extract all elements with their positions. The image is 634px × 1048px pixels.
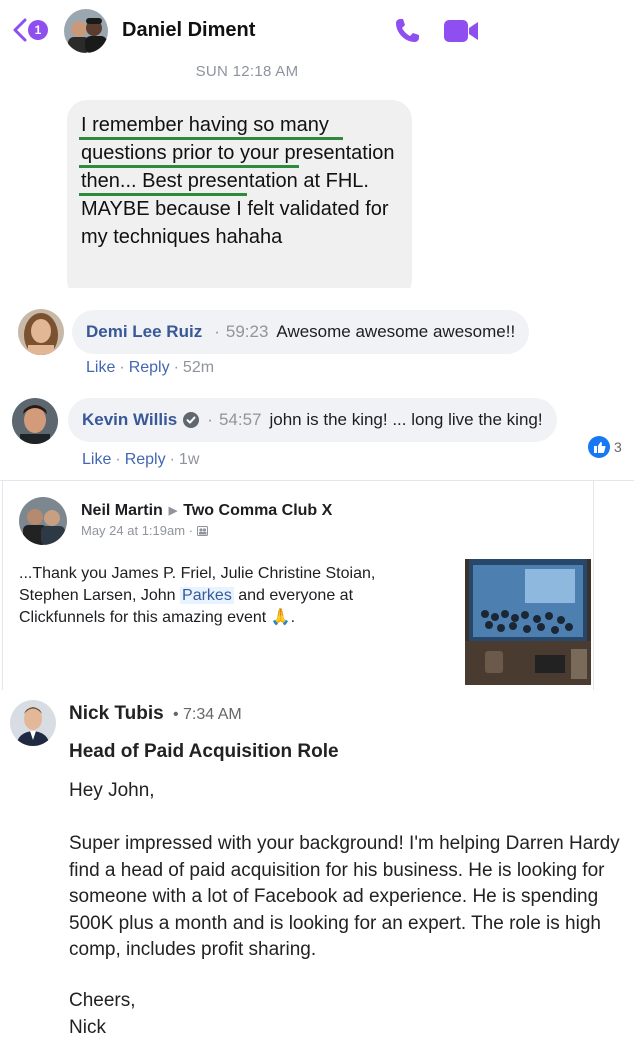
like-link[interactable]: Like [82,451,111,468]
avatar[interactable] [19,497,67,545]
post-card: Neil Martin ▶ Two Comma Club X May 24 at 1… [2,481,594,691]
post-date[interactable]: May 24 at 1:19am [81,523,185,538]
facebook-group-post: Neil Martin ▶ Two Comma Club X May 24 at 1… [0,480,634,691]
message-greeting: Hey John, [69,780,155,801]
comment-text: john is the king! ... long live the king… [269,410,543,429]
post-text: ...Thank you James P. Friel, Julie Chris… [19,563,439,629]
group-name[interactable]: Two Comma Club X [183,502,332,519]
post-meta: May 24 at 1:19am · [81,523,208,538]
members-audience-icon [196,526,208,536]
author-name[interactable]: Neil Martin [81,502,163,519]
verified-badge-icon [183,412,200,428]
separator: · [188,523,197,538]
phone-icon[interactable] [392,16,422,46]
comment-actions: Like · Reply · 52m [86,359,215,376]
avatar[interactable] [10,700,56,746]
messenger-conversation: 1 Daniel Diment SUN 12:18 AM I remember … [0,0,634,300]
post-author: Neil Martin ▶ Two Comma Club X [81,502,332,520]
comment-age: 1w [178,451,200,468]
comment-text: Awesome awesome awesome!! [276,322,516,341]
avatar[interactable] [18,309,64,355]
comment-bubble: Demi Lee Ruiz · 59:23 Awesome awesome aw… [72,310,530,354]
back-button[interactable]: 1 [10,16,54,44]
separator: · [207,410,213,429]
reaction-number: 3 [614,439,622,455]
linkedin-message: Nick Tubis • 7:34 AM Head of Paid Acquis… [0,690,634,1048]
highlight-underline [79,137,343,140]
reaction-count[interactable]: 3 [588,436,622,458]
message-body: Super impressed with your background! I'… [69,833,620,960]
highlight-underline [79,165,299,168]
message-signature: Nick [69,1017,106,1038]
reply-link[interactable]: Reply [129,359,170,376]
unread-badge: 1 [28,20,48,40]
message-time: • 7:34 AM [172,706,242,723]
message-time-value: 7:34 AM [183,706,242,723]
message-subject: Head of Paid Acquisition Role [69,741,339,762]
video-timestamp[interactable]: 54:57 [219,410,262,430]
triangle-right-icon: ▶ [168,505,178,517]
sender-name[interactable]: Nick Tubis [69,703,164,724]
contact-name[interactable]: Daniel Diment [122,19,255,42]
separator: · [214,322,220,341]
video-camera-icon[interactable] [442,18,480,44]
commenter-name[interactable]: Demi Lee Ruiz [86,322,202,342]
highlight-underline [79,193,247,196]
avatar[interactable] [64,9,108,53]
conversation-header: 1 Daniel Diment [0,0,634,58]
like-link[interactable]: Like [86,359,115,376]
message-bubble[interactable]: I remember having so many questions prio… [67,100,412,300]
comment-bubble: Kevin Willis · 54:57 john is the king! .… [68,398,557,442]
comment-age: 52m [182,359,215,376]
sender-line: Nick Tubis • 7:34 AM [69,703,242,725]
reply-link[interactable]: Reply [125,451,166,468]
message-text: I remember having so many questions prio… [81,114,395,248]
thumbs-up-icon [588,436,610,458]
commenter-name[interactable]: Kevin Willis [82,410,177,430]
video-timestamp[interactable]: 59:23 [226,322,269,342]
post-photo[interactable] [465,559,591,685]
message-timestamp: SUN 12:18 AM [195,63,299,80]
avatar[interactable] [12,398,58,444]
tagged-person[interactable]: Parkes [180,587,234,604]
facebook-comments: Demi Lee Ruiz · 59:23 Awesome awesome aw… [0,288,634,480]
message-signoff: Cheers, [69,990,136,1011]
comment-actions: Like · Reply · 1w [82,451,200,468]
